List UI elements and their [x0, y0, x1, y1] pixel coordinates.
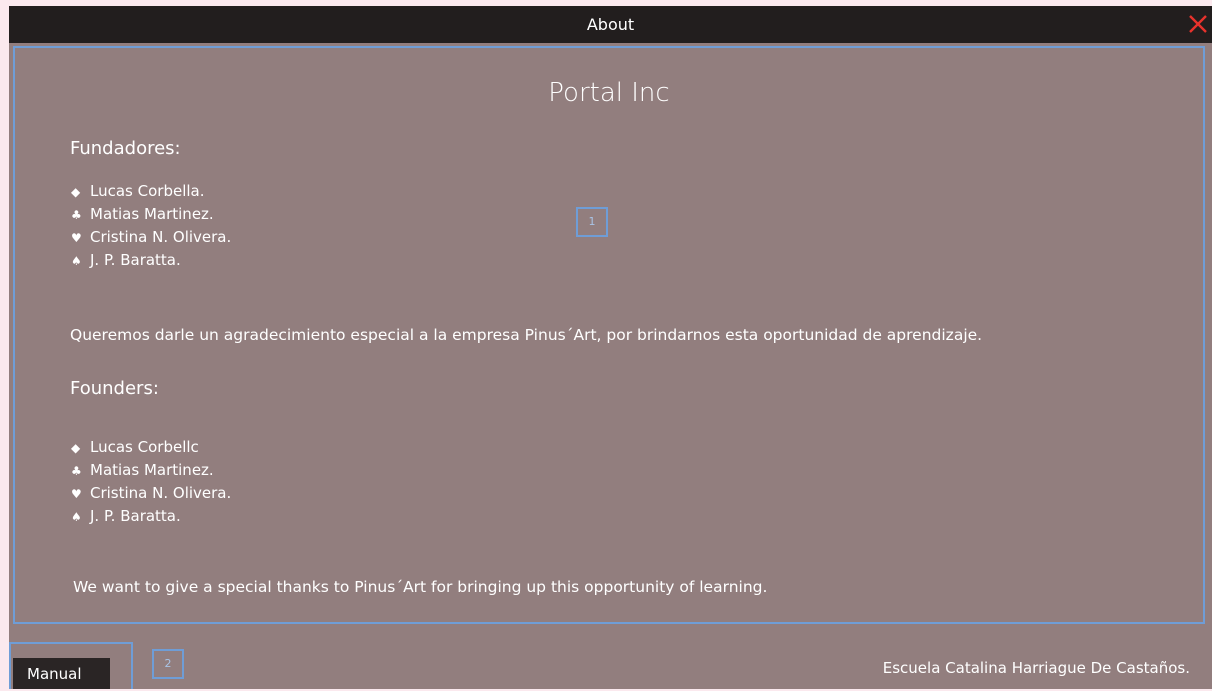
company-title: Portal Inc	[548, 78, 670, 108]
manual-button[interactable]: Manual	[13, 658, 110, 689]
close-icon	[1189, 15, 1207, 33]
club-icon: ♣	[71, 208, 82, 222]
founder-name: Lucas Corbellc	[90, 438, 199, 456]
founders-list-en: ◆ Lucas Corbellc ♣ Matias Martinez. ♥ Crist…	[71, 436, 231, 528]
annotation-marker-1: 1	[576, 207, 608, 237]
list-item: ◆ Lucas Corbella.	[71, 180, 231, 203]
school-name: Escuela Catalina Harriague De Castaños.	[882, 659, 1190, 677]
about-window: About Portal Inc Fundadores: ◆ Lucas Corb…	[9, 6, 1212, 689]
founder-name: Matias Martinez.	[90, 461, 214, 479]
list-item: ♣ Matias Martinez.	[71, 459, 231, 482]
list-item: ♣ Matias Martinez.	[71, 203, 231, 226]
founders-list-es: ◆ Lucas Corbella. ♣ Matias Martinez. ♥ Cris…	[71, 180, 231, 272]
diamond-icon: ◆	[71, 441, 81, 455]
title-bar: About	[9, 6, 1212, 43]
founder-name: Matias Martinez.	[90, 205, 214, 223]
thanks-text-es: Queremos darle un agradecimiento especia…	[70, 326, 983, 344]
heart-icon: ♥	[71, 231, 82, 245]
about-content-panel: Portal Inc Fundadores: ◆ Lucas Corbella. …	[13, 46, 1205, 624]
list-item: ♥ Cristina N. Olivera.	[71, 226, 231, 249]
list-item: ♠ J. P. Baratta.	[71, 505, 231, 528]
annotation-marker-2: 2	[152, 649, 184, 679]
founder-name: Cristina N. Olivera.	[90, 484, 232, 502]
club-icon: ♣	[71, 464, 82, 478]
heart-icon: ♥	[71, 487, 82, 501]
window-title: About	[586, 15, 635, 34]
founders-heading-es: Fundadores:	[70, 138, 181, 159]
founders-heading-en: Founders:	[70, 378, 159, 399]
founder-name: Cristina N. Olivera.	[90, 228, 232, 246]
spade-icon: ♠	[71, 510, 82, 524]
list-item: ♥ Cristina N. Olivera.	[71, 482, 231, 505]
manual-highlight-frame: Manual	[9, 642, 133, 689]
diamond-icon: ◆	[71, 185, 81, 199]
spade-icon: ♠	[71, 254, 82, 268]
list-item: ◆ Lucas Corbellc	[71, 436, 231, 459]
list-item: ♠ J. P. Baratta.	[71, 249, 231, 272]
close-button[interactable]	[1186, 12, 1210, 36]
founder-name: Lucas Corbella.	[90, 182, 205, 200]
founder-name: J. P. Baratta.	[90, 507, 181, 525]
thanks-text-en: We want to give a special thanks to Pinu…	[73, 578, 768, 596]
founder-name: J. P. Baratta.	[90, 251, 181, 269]
